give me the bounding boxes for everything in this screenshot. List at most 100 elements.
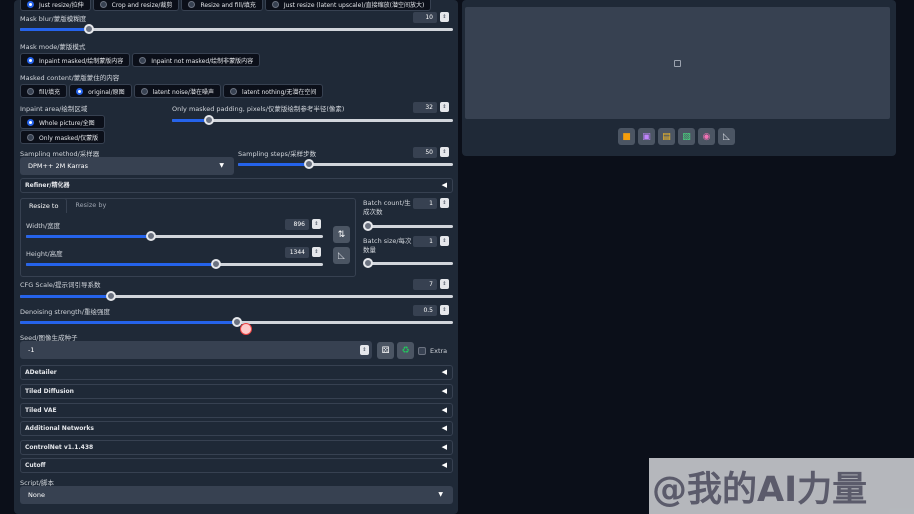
seed-spinner[interactable]: ⇕ <box>360 345 369 355</box>
tiled-vae-accordion[interactable]: Tiled VAE ◀ <box>20 403 453 418</box>
send-to-img2img-button[interactable]: ▧ <box>678 128 695 145</box>
mouse-cursor-icon <box>240 323 252 335</box>
denoising-spinner[interactable]: ⇕ <box>440 305 449 315</box>
denoising-slider[interactable] <box>20 317 453 327</box>
padding-value[interactable]: 32 <box>413 102 437 113</box>
collapse-arrow-icon: ◀ <box>441 443 447 451</box>
masked-content-latent-noise[interactable]: latent noise/潜在噪声 <box>133 84 222 98</box>
slider-thumb[interactable] <box>363 258 373 268</box>
slider-thumb[interactable] <box>363 221 373 231</box>
radio-dot-icon <box>139 56 147 64</box>
inpaint-area-whole-picture[interactable]: Whole picture/全图 <box>20 115 106 129</box>
width-value[interactable]: 896 <box>285 219 309 230</box>
collapse-arrow-icon: ◀ <box>441 368 447 376</box>
size-tabs: Resize to Resize by <box>20 198 114 213</box>
masked-content-original[interactable]: original/原图 <box>69 84 132 98</box>
denoising-value[interactable]: 0.5 <box>413 305 437 316</box>
resize-mode-option-crop[interactable]: Crop and resize/裁剪 <box>92 0 180 11</box>
collapse-arrow-icon: ◀ <box>441 424 447 432</box>
masked-content-label: Masked content/蒙版蒙住的内容 <box>20 74 120 82</box>
cutoff-accordion[interactable]: Cutoff ◀ <box>20 458 453 473</box>
denoising-label: Denoising strength/重绘强度 <box>20 308 110 316</box>
slider-thumb[interactable] <box>203 115 214 125</box>
batch-size-slider[interactable] <box>363 258 453 268</box>
cfg-scale-value[interactable]: 7 <box>413 279 437 290</box>
chevron-down-icon: ▼ <box>219 162 224 169</box>
controlnet-accordion[interactable]: ControlNet v1.1.438 ◀ <box>20 440 453 455</box>
mask-blur-label: Mask blur/蒙版模糊度 <box>20 15 87 23</box>
mask-blur-slider[interactable] <box>20 24 453 34</box>
sampling-steps-spinner[interactable]: ⇕ <box>440 147 449 157</box>
seed-input[interactable]: -1 <box>20 341 372 359</box>
tab-resize-by[interactable]: Resize by <box>67 198 114 213</box>
adetailer-accordion[interactable]: ADetailer ◀ <box>20 365 453 380</box>
picture-icon: ▧ <box>682 131 691 142</box>
swap-dimensions-button[interactable]: ⇅ <box>333 226 350 243</box>
mask-mode-group: Inpaint masked/绘制蒙版内容 Inpaint not masked… <box>20 53 261 67</box>
extra-checkbox[interactable] <box>418 347 426 355</box>
save-button[interactable]: ▣ <box>638 128 655 145</box>
radio-dot-icon <box>27 56 34 64</box>
slider-thumb[interactable] <box>303 159 314 169</box>
radio-dot-icon <box>27 0 34 8</box>
swap-icon: ⇅ <box>337 229 346 240</box>
radio-dot-icon <box>76 87 84 95</box>
aspect-ratio-button[interactable]: ◺ <box>333 247 350 264</box>
folder-icon: ■ <box>622 131 631 142</box>
additional-networks-accordion[interactable]: Additional Networks ◀ <box>20 421 453 436</box>
extra-label: Extra <box>430 347 448 355</box>
send-to-extras-button[interactable]: ◺ <box>718 128 735 145</box>
radio-dot-icon <box>140 87 148 95</box>
mask-mode-inpaint-masked[interactable]: Inpaint masked/绘制蒙版内容 <box>20 53 131 67</box>
watermark-text: @我的AI力量 <box>652 470 868 510</box>
sampling-steps-value[interactable]: 50 <box>413 147 437 158</box>
batch-size-value[interactable]: 1 <box>413 236 437 247</box>
masked-content-fill[interactable]: fill/填充 <box>20 84 68 98</box>
refiner-accordion[interactable]: Refiner/精化器 ◀ <box>20 178 453 193</box>
batch-count-slider[interactable] <box>363 221 453 231</box>
height-value[interactable]: 1344 <box>285 247 309 258</box>
triangle-ruler-icon: ◺ <box>338 250 345 261</box>
script-dropdown[interactable]: None ▼ <box>20 486 453 504</box>
collapse-arrow-icon: ◀ <box>441 181 447 189</box>
sampling-method-dropdown[interactable]: DPM++ 2M Karras ▼ <box>20 157 234 175</box>
random-seed-button[interactable]: ⚄ <box>377 342 394 359</box>
slider-thumb[interactable] <box>105 291 116 301</box>
resize-mode-option-latent-upscale[interactable]: Just resize (latent upscale)/直接缩放(潜空间放大) <box>264 0 432 11</box>
send-to-inpaint-button[interactable]: ◉ <box>698 128 715 145</box>
resize-mode-option-fill[interactable]: Resize and fill/填充 <box>181 0 263 11</box>
open-folder-button[interactable]: ■ <box>618 128 635 145</box>
collapse-arrow-icon: ◀ <box>441 387 447 395</box>
height-label: Height/高度 <box>26 250 63 258</box>
cfg-scale-spinner[interactable]: ⇕ <box>440 279 449 289</box>
triangle-ruler-icon: ◺ <box>723 131 730 142</box>
height-spinner[interactable]: ⇕ <box>312 247 321 257</box>
width-spinner[interactable]: ⇕ <box>312 219 321 229</box>
reuse-seed-button[interactable]: ♻ <box>397 342 414 359</box>
batch-count-value[interactable]: 1 <box>413 198 437 209</box>
padding-label: Only masked padding, pixels/仅蒙版绘制参考半径(像素… <box>172 105 345 113</box>
masked-content-latent-nothing[interactable]: latent nothing/无潜在空间 <box>223 84 324 98</box>
output-toolbar: ■ ▣ ▤ ▧ ◉ ◺ <box>618 128 735 145</box>
mask-mode-inpaint-not-masked[interactable]: Inpaint not masked/绘制非蒙版内容 <box>132 53 261 67</box>
width-slider[interactable] <box>26 231 323 241</box>
sampling-steps-label: Sampling steps/采样步数 <box>238 150 317 158</box>
tab-resize-to[interactable]: Resize to <box>20 198 68 213</box>
padding-slider[interactable] <box>172 115 453 125</box>
dice-icon: ⚄ <box>381 345 390 356</box>
inpaint-area-label: Inpaint area/绘制区域 <box>20 105 88 113</box>
cfg-scale-slider[interactable] <box>20 291 453 301</box>
sampling-steps-slider[interactable] <box>238 159 453 169</box>
mask-blur-spinner[interactable]: ⇕ <box>440 12 449 22</box>
height-slider[interactable] <box>26 259 323 269</box>
zip-button[interactable]: ▤ <box>658 128 675 145</box>
batch-size-spinner[interactable]: ⇕ <box>440 236 449 246</box>
padding-spinner[interactable]: ⇕ <box>440 102 449 112</box>
resize-mode-group: Just resize/拉伸 Crop and resize/裁剪 Resize… <box>20 0 432 11</box>
tiled-diffusion-accordion[interactable]: Tiled Diffusion ◀ <box>20 384 453 399</box>
slider-thumb[interactable] <box>145 231 156 241</box>
mask-blur-value[interactable]: 10 <box>413 12 437 23</box>
batch-count-spinner[interactable]: ⇕ <box>440 198 449 208</box>
resize-mode-option-just-resize[interactable]: Just resize/拉伸 <box>20 0 91 11</box>
inpaint-area-only-masked[interactable]: Only masked/仅蒙版 <box>20 130 106 144</box>
